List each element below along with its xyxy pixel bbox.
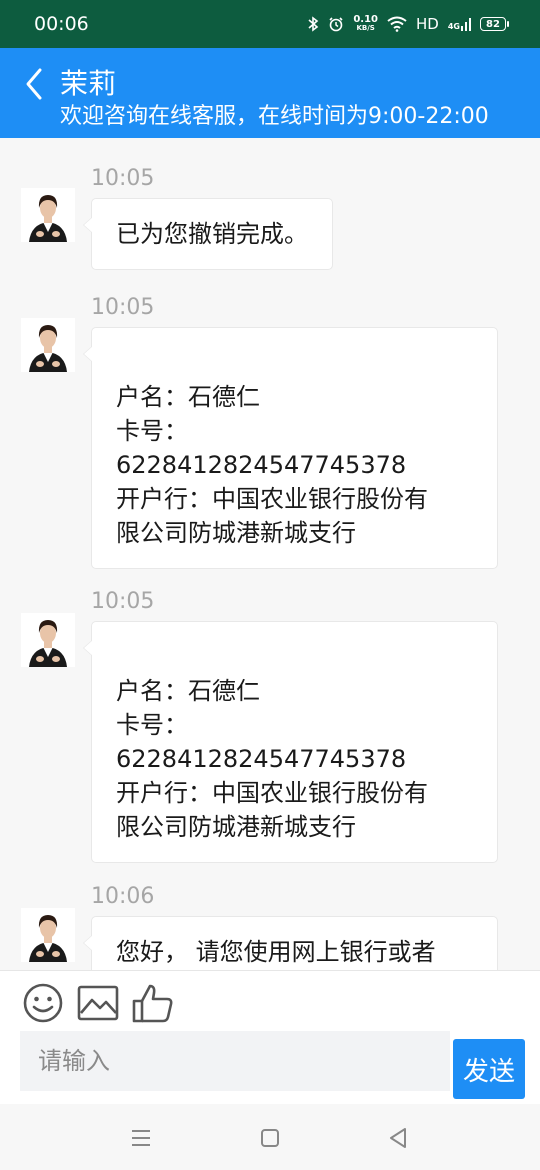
message-list[interactable]: 10:05 已为您撤销完成。 10:05 户名：石德仁 卡号： 62284128… xyxy=(0,138,540,970)
battery-icon: 82 xyxy=(480,17,509,31)
message-text-line: 户名：石德仁 xyxy=(116,383,260,411)
bluetooth-icon xyxy=(308,16,319,32)
avatar[interactable] xyxy=(21,188,75,242)
menu-icon[interactable] xyxy=(127,1124,155,1152)
hd-label: HD xyxy=(416,15,439,33)
message-bubble[interactable]: 户名：石德仁 卡号： 6228412824547745378 开户行：中国农业银… xyxy=(83,327,498,569)
message-time: 10:05 xyxy=(91,589,155,614)
message-bubble[interactable]: 户名：石德仁 卡号： 6228412824547745378 开户行：中国农业银… xyxy=(83,621,498,863)
avatar[interactable] xyxy=(21,318,75,372)
message-text-line xyxy=(116,346,473,380)
message-input[interactable] xyxy=(20,1031,450,1091)
message-bubble[interactable]: 您好， 请您使用网上银行或者 xyxy=(83,916,498,970)
message-text-line: 您好， 请您使用网上银行或者 xyxy=(116,938,436,966)
network-speed-value: 0.10 xyxy=(353,14,379,25)
message-text-line: 6228412824547745378 xyxy=(116,745,407,773)
message-text-line: 限公司防城港新城支行 xyxy=(116,519,356,547)
message-text-line: 户名：石德仁 xyxy=(116,677,260,705)
network-speed: 0.10 KB/S xyxy=(353,15,378,33)
wifi-icon xyxy=(387,16,407,32)
status-time: 00:06 xyxy=(34,13,89,35)
message-text-line: 6228412824547745378 xyxy=(116,451,407,479)
status-bar: 00:06 0.10 KB/S HD 4G 82 xyxy=(0,0,540,48)
home-icon[interactable] xyxy=(256,1124,284,1152)
message-text-line: 卡号： xyxy=(116,417,188,445)
network-speed-unit: KB/S xyxy=(356,24,375,32)
thumbs-up-icon[interactable] xyxy=(131,981,175,1025)
avatar[interactable] xyxy=(21,908,75,962)
chat-header: 茉莉 欢迎咨询在线客服，在线时间为9:00-22:00 xyxy=(0,48,540,138)
message-time: 10:06 xyxy=(91,884,155,909)
send-button[interactable]: 发送 xyxy=(453,1039,525,1099)
message-text: 已为您撤销完成。 xyxy=(116,220,308,248)
message-text-line: 开户行：中国农业银行股份有 xyxy=(116,779,428,807)
battery-level: 82 xyxy=(486,18,500,30)
agent-avatar-image xyxy=(21,908,75,962)
message-time: 10:05 xyxy=(91,295,155,320)
message-text-line xyxy=(116,640,473,674)
agent-avatar-image xyxy=(21,613,75,667)
agent-avatar-image xyxy=(21,318,75,372)
contact-name: 茉莉 xyxy=(60,67,117,100)
message-text-line: 卡号： xyxy=(116,711,188,739)
composer: 发送 xyxy=(0,970,540,1104)
message-bubble[interactable]: 已为您撤销完成。 xyxy=(83,198,333,270)
back-icon[interactable] xyxy=(18,64,54,104)
signal-icon: 4G xyxy=(448,17,471,31)
status-icons: 0.10 KB/S HD 4G 82 xyxy=(307,15,509,33)
network-type: 4G xyxy=(447,22,460,31)
message-text-line: 限公司防城港新城支行 xyxy=(116,813,356,841)
avatar[interactable] xyxy=(21,613,75,667)
back-nav-icon[interactable] xyxy=(384,1124,412,1152)
message-time: 10:05 xyxy=(91,166,155,191)
message-text-line: 开户行：中国农业银行股份有 xyxy=(116,485,428,513)
emoji-icon[interactable] xyxy=(21,981,65,1025)
image-icon[interactable] xyxy=(76,981,120,1025)
service-hours-notice: 欢迎咨询在线客服，在线时间为9:00-22:00 xyxy=(60,104,489,126)
agent-avatar-image xyxy=(21,188,75,242)
system-nav-bar xyxy=(0,1104,540,1170)
signal-bars-icon xyxy=(461,18,471,31)
alarm-icon xyxy=(329,17,343,32)
